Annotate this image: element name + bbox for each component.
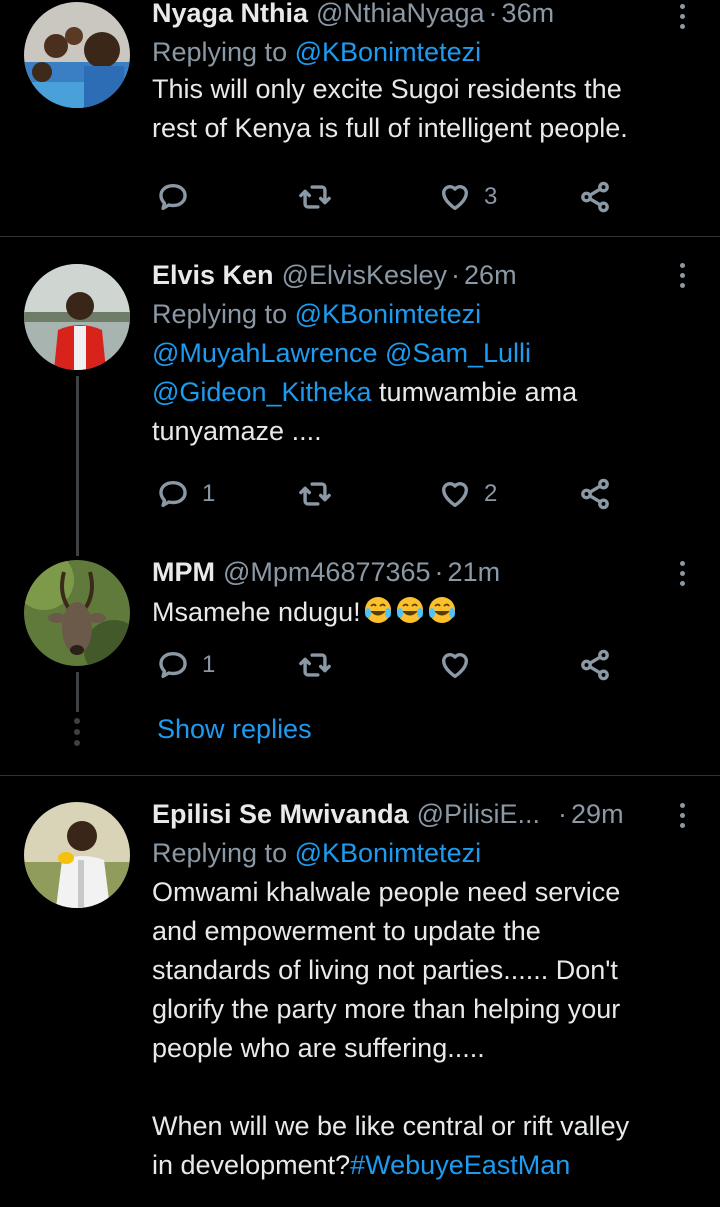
- replying-to: Replying to @KBonimtetezi: [152, 838, 482, 868]
- display-name[interactable]: Epilisi Se Mwivanda: [152, 797, 409, 831]
- heart-icon: [441, 185, 469, 211]
- avatar[interactable]: [24, 802, 130, 908]
- replying-to: Replying to @KBonimtetezi: [152, 37, 482, 67]
- retweet-icon: [299, 653, 331, 677]
- share-icon: [581, 478, 609, 510]
- face-with-tears-of-joy-icon: [364, 597, 391, 623]
- like-button[interactable]: [438, 648, 484, 682]
- share-button[interactable]: [578, 180, 612, 214]
- retweet-button[interactable]: [298, 180, 344, 214]
- thread-line: [76, 376, 79, 556]
- retweet-icon: [299, 482, 331, 506]
- share-button[interactable]: [578, 477, 612, 511]
- handle[interactable]: @Mpm46877365: [223, 555, 431, 589]
- reply-button[interactable]: 1: [156, 477, 215, 511]
- reply-button[interactable]: [156, 180, 202, 214]
- display-name[interactable]: Nyaga Nthia: [152, 0, 308, 30]
- share-icon: [581, 649, 609, 681]
- retweet-button[interactable]: [298, 648, 344, 682]
- share-button[interactable]: [578, 648, 612, 682]
- tweet-text: This will only excite Sugoi residents th…: [152, 74, 628, 143]
- timestamp[interactable]: 29m: [571, 797, 624, 831]
- thread-dots: [74, 718, 80, 746]
- handle[interactable]: @ElvisKesley: [282, 258, 447, 292]
- mention-link[interactable]: @Gideon_Kitheka: [152, 377, 372, 407]
- face-with-tears-of-joy-icon: [396, 597, 423, 623]
- reply-icon: [159, 480, 187, 508]
- separator: ·: [451, 260, 461, 290]
- heart-icon: [441, 653, 469, 679]
- handle[interactable]: @NthiaNyaga: [316, 0, 485, 30]
- tweet-text: Msamehe ndugu!: [152, 593, 680, 632]
- display-name[interactable]: Elvis Ken: [152, 258, 274, 292]
- divider: [0, 775, 720, 776]
- handle[interactable]: @PilisiE...: [417, 797, 540, 831]
- avatar[interactable]: [24, 560, 130, 666]
- like-button[interactable]: 2: [438, 477, 497, 511]
- reply-icon: [159, 651, 187, 679]
- timestamp[interactable]: 36m: [502, 0, 555, 30]
- timestamp[interactable]: 26m: [464, 258, 517, 292]
- mention-link[interactable]: @KBonimtetezi: [295, 299, 481, 329]
- share-icon: [581, 181, 609, 213]
- mention-link[interactable]: @KBonimtetezi: [295, 37, 481, 67]
- like-button[interactable]: 3: [438, 180, 497, 214]
- mention-link[interactable]: @KBonimtetezi: [295, 838, 481, 868]
- avatar[interactable]: [24, 2, 130, 108]
- hashtag-link[interactable]: #WebuyeEastMan: [350, 1150, 570, 1180]
- separator: ·: [558, 799, 568, 829]
- thread-line: [76, 672, 79, 712]
- display-name[interactable]: MPM: [152, 555, 215, 589]
- tweet-text: @MuyahLawrence @Sam_Lulli @Gideon_Kithek…: [152, 338, 578, 446]
- mention-link[interactable]: @MuyahLawrence: [152, 338, 378, 368]
- retweet-button[interactable]: [298, 477, 344, 511]
- heart-icon: [441, 482, 469, 508]
- timestamp[interactable]: 21m: [448, 555, 501, 589]
- face-with-tears-of-joy-icon: [428, 597, 455, 623]
- reply-icon: [159, 183, 187, 211]
- tweet-text: Omwami khalwale people need service and …: [152, 877, 630, 1180]
- show-replies-link[interactable]: Show replies: [157, 714, 312, 745]
- mention-link[interactable]: @Sam_Lulli: [385, 338, 531, 368]
- avatar[interactable]: [24, 264, 130, 370]
- separator: ·: [434, 557, 444, 587]
- divider: [0, 236, 720, 237]
- reply-button[interactable]: 1: [156, 648, 215, 682]
- replying-to: Replying to @KBonimtetezi: [152, 299, 482, 329]
- retweet-icon: [299, 185, 331, 209]
- separator: ·: [488, 0, 498, 28]
